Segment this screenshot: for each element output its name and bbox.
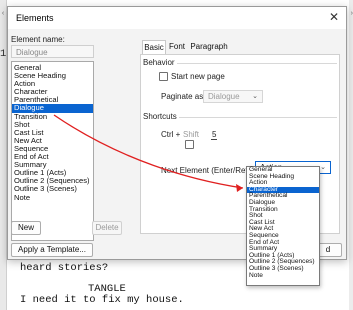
ctrl-label: Ctrl + xyxy=(161,130,181,139)
dialog-title: Elements xyxy=(16,13,54,23)
shift-checkbox[interactable] xyxy=(185,140,194,149)
tab-paragraph[interactable]: Paragraph xyxy=(190,40,228,54)
element-list[interactable]: General Scene Heading Action Character Paren… xyxy=(11,61,94,241)
shortcut-key-field[interactable]: 5 xyxy=(211,130,218,140)
right-margin-strip: › xyxy=(349,0,353,310)
paginate-as-label: Paginate as: xyxy=(161,92,206,101)
close-icon[interactable]: ✕ xyxy=(326,9,342,25)
divider xyxy=(177,63,337,64)
chevron-left-icon[interactable]: ‹ xyxy=(0,10,6,17)
start-new-page-checkbox[interactable] xyxy=(159,72,168,81)
new-button[interactable]: New xyxy=(11,221,41,235)
shortcuts-group-label: Shortcuts xyxy=(143,112,177,121)
left-margin-strip: ‹ xyxy=(0,0,7,310)
shift-label: Shift xyxy=(183,130,200,139)
chevron-down-icon: ⌄ xyxy=(320,164,326,171)
delete-button[interactable]: Delete xyxy=(92,221,122,235)
paginate-as-select: Dialogue ⌄ xyxy=(203,90,263,103)
element-list-item[interactable]: Note xyxy=(12,193,93,202)
behavior-group-label: Behavior xyxy=(143,58,175,67)
document-line: heard stories? xyxy=(20,262,109,274)
start-new-page-label: Start new page xyxy=(171,72,225,81)
apply-template-button[interactable]: Apply a Template... xyxy=(11,243,93,257)
document-line: I need it to fix my house. xyxy=(20,294,184,306)
divider xyxy=(179,117,337,118)
element-name-label: Element name: xyxy=(11,35,65,44)
tab-basic[interactable]: Basic xyxy=(142,40,166,54)
next-element-dropdown[interactable]: General Scene Heading Action Character Paren… xyxy=(246,166,320,286)
element-name-field: Dialogue xyxy=(11,45,94,58)
chevron-down-icon: ⌄ xyxy=(252,93,258,100)
tab-font[interactable]: Font xyxy=(166,40,188,54)
dialog-titlebar: Elements ✕ xyxy=(8,7,346,29)
dropdown-option[interactable]: Note xyxy=(247,272,319,280)
